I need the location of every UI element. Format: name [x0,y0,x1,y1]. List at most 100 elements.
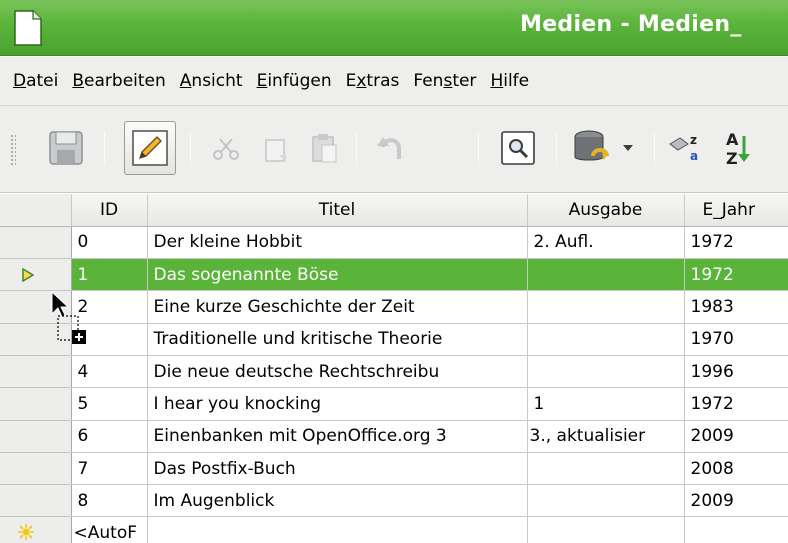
cell-e-jahr[interactable]: 2008 [684,452,788,486]
find-record-button[interactable] [494,120,542,176]
toolbar-separator [356,132,357,166]
sort-ascending-icon: A Z [726,130,750,168]
cell-id[interactable]: 7 [71,452,148,486]
toolbar-separator [190,132,191,166]
new-record-star-icon [18,524,34,541]
menu-bearbeiten[interactable]: Bearbeiten [65,71,172,91]
cell-id[interactable]: 0 [71,226,148,260]
menu-extras[interactable]: Extras [339,71,407,91]
find-record-icon [501,131,535,165]
save-icon [49,131,83,165]
sort-button[interactable]: z a [664,120,708,176]
cell-ausgabe[interactable] [527,323,685,356]
menu-fenster[interactable]: Fenster [406,71,483,91]
cell-e-jahr[interactable]: 1972 [684,226,788,260]
sort-ascending-button[interactable]: A Z [716,120,756,176]
row-header[interactable] [0,420,72,453]
column-header-ausgabe[interactable]: Ausgabe [527,194,685,227]
column-header-e-jahr[interactable]: E_Jahr [684,194,788,227]
edit-mode-button[interactable] [124,121,176,175]
row-header[interactable] [0,484,72,518]
cell-ausgabe[interactable]: 1 [527,387,685,421]
window-title: Medien - Medien_ [520,12,742,37]
cell-titel[interactable]: Der kleine Hobbit [147,226,528,260]
cell-titel[interactable] [147,516,528,543]
table-row[interactable]: 7 Das Postfix-Buch 2008 [0,452,788,486]
cell-ausgabe[interactable]: 2. Aufl. [527,226,685,260]
title-bar: Medien - Medien_ [0,0,788,56]
undo-button[interactable] [370,120,414,176]
cell-titel[interactable]: Das Postfix-Buch [147,452,528,486]
menu-datei[interactable]: Datei [6,71,65,91]
corner-header[interactable] [0,194,72,227]
table-row[interactable]: Traditionelle und kritische Theorie 1970 [0,323,788,356]
paste-icon [312,134,337,163]
cell-ausgabe[interactable] [527,484,685,518]
row-header[interactable] [0,355,72,389]
cell-e-jahr[interactable] [684,516,788,543]
cell-id[interactable]: 8 [71,484,148,518]
row-header[interactable] [0,323,72,356]
row-header[interactable] [0,258,72,292]
cell-id[interactable]: <AutoF [71,516,148,543]
paste-button[interactable] [302,120,346,176]
dropdown-arrow-icon [623,145,633,151]
table-row[interactable]: 4 Die neue deutsche Rechtschreibu 1996 [0,355,788,389]
cell-titel[interactable]: Traditionelle und kritische Theorie [147,323,528,356]
row-header[interactable] [0,387,72,421]
cell-ausgabe[interactable]: 3., aktualisier [527,420,685,453]
cell-titel[interactable]: I hear you knocking [147,387,528,421]
cell-id[interactable]: 4 [71,355,148,389]
cell-e-jahr[interactable]: 1970 [684,323,788,356]
menu-hilfe[interactable]: Hilfe [483,71,536,91]
cell-id[interactable]: 1 [71,258,148,292]
cell-id[interactable]: 6 [71,420,148,453]
row-header[interactable] [0,290,72,324]
cell-id[interactable]: 2 [71,290,148,324]
svg-text:A: A [726,130,739,149]
toolbar-separator [556,132,557,166]
table-row[interactable]: 8 Im Augenblick 2009 [0,484,788,518]
column-header-titel[interactable]: Titel [147,194,528,227]
cell-titel[interactable]: Einenbanken mit OpenOffice.org 3 [147,420,528,453]
data-source-dropdown[interactable] [618,120,638,176]
cut-button[interactable] [204,120,248,176]
cell-id[interactable] [71,323,148,356]
table-row[interactable]: 5 I hear you knocking 1 1972 [0,387,788,421]
sort-icon: z a [669,133,698,163]
table-row[interactable]: 0 Der kleine Hobbit 2. Aufl. 1972 [0,226,788,260]
row-header[interactable] [0,452,72,486]
table-row-selected[interactable]: 1 Das sogenannte Böse 1972 [0,258,788,292]
cell-titel[interactable]: Das sogenannte Böse [147,258,528,292]
copy-button[interactable] [254,120,298,176]
table-row[interactable]: 6 Einenbanken mit OpenOffice.org 3 3., a… [0,420,788,453]
cell-e-jahr[interactable]: 2009 [684,484,788,518]
cell-e-jahr[interactable]: 1983 [684,290,788,324]
cell-e-jahr[interactable]: 2009 [684,420,788,453]
menu-ansicht[interactable]: Ansicht [173,71,250,91]
cell-titel[interactable]: Im Augenblick [147,484,528,518]
cell-e-jahr[interactable]: 1972 [684,258,788,292]
data-source-button[interactable] [566,120,616,176]
column-header-id[interactable]: ID [71,194,148,227]
cell-e-jahr[interactable]: 1996 [684,355,788,389]
svg-text:a: a [690,149,698,163]
cell-ausgabe[interactable] [527,452,685,486]
row-header[interactable] [0,516,72,543]
cell-e-jahr[interactable]: 1972 [684,387,788,421]
table-row[interactable]: 2 Eine kurze Geschichte der Zeit 1983 [0,290,788,324]
cell-ausgabe[interactable] [527,355,685,389]
cell-titel[interactable]: Die neue deutsche Rechtschreibu [147,355,528,389]
menu-einfuegen[interactable]: Einfügen [250,71,339,91]
row-header[interactable] [0,226,72,260]
toolbar-grip-handle[interactable] [10,134,16,166]
cell-ausgabe[interactable] [527,290,685,324]
cell-ausgabe[interactable] [527,258,685,292]
cell-ausgabe[interactable] [527,516,685,543]
cell-titel[interactable]: Eine kurze Geschichte der Zeit [147,290,528,324]
cell-id[interactable]: 5 [71,387,148,421]
data-source-icon [574,130,609,161]
new-record-row[interactable]: <AutoF [0,516,788,543]
menu-bar: Datei Bearbeiten Ansicht Einfügen Extras… [0,57,788,106]
save-button[interactable] [40,120,92,176]
